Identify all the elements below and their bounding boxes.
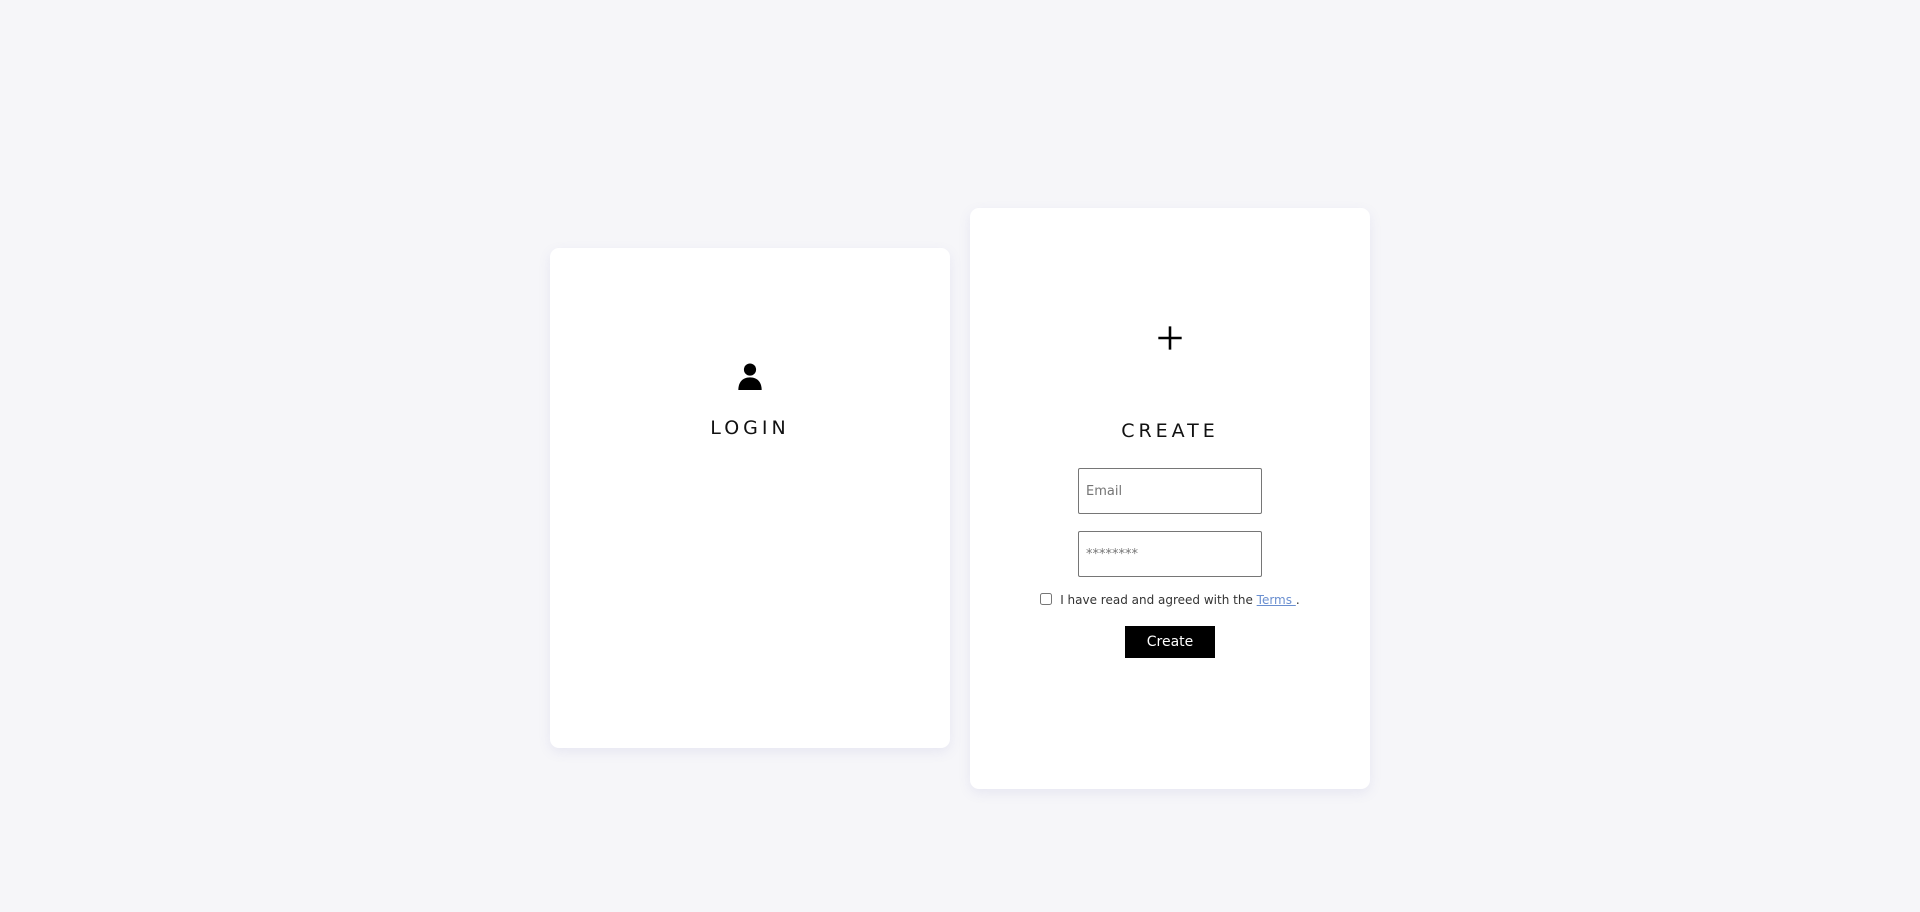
login-card[interactable]: LOGIN (550, 248, 950, 748)
create-title: CREATE (1121, 420, 1219, 442)
create-button[interactable]: Create (1125, 626, 1215, 658)
terms-row: I have read and agreed with the Terms . (970, 593, 1370, 607)
email-field[interactable] (1078, 468, 1262, 514)
login-title: LOGIN (710, 417, 790, 439)
user-icon (738, 363, 762, 390)
create-card: CREATE I have read and agreed with the T… (970, 208, 1370, 789)
terms-suffix: . (1295, 593, 1300, 607)
terms-checkbox[interactable] (1040, 593, 1053, 605)
terms-link[interactable]: Terms (1257, 593, 1296, 607)
plus-icon (1158, 326, 1182, 350)
password-field[interactable] (1078, 531, 1262, 577)
terms-text: I have read and agreed with the (1060, 593, 1257, 607)
